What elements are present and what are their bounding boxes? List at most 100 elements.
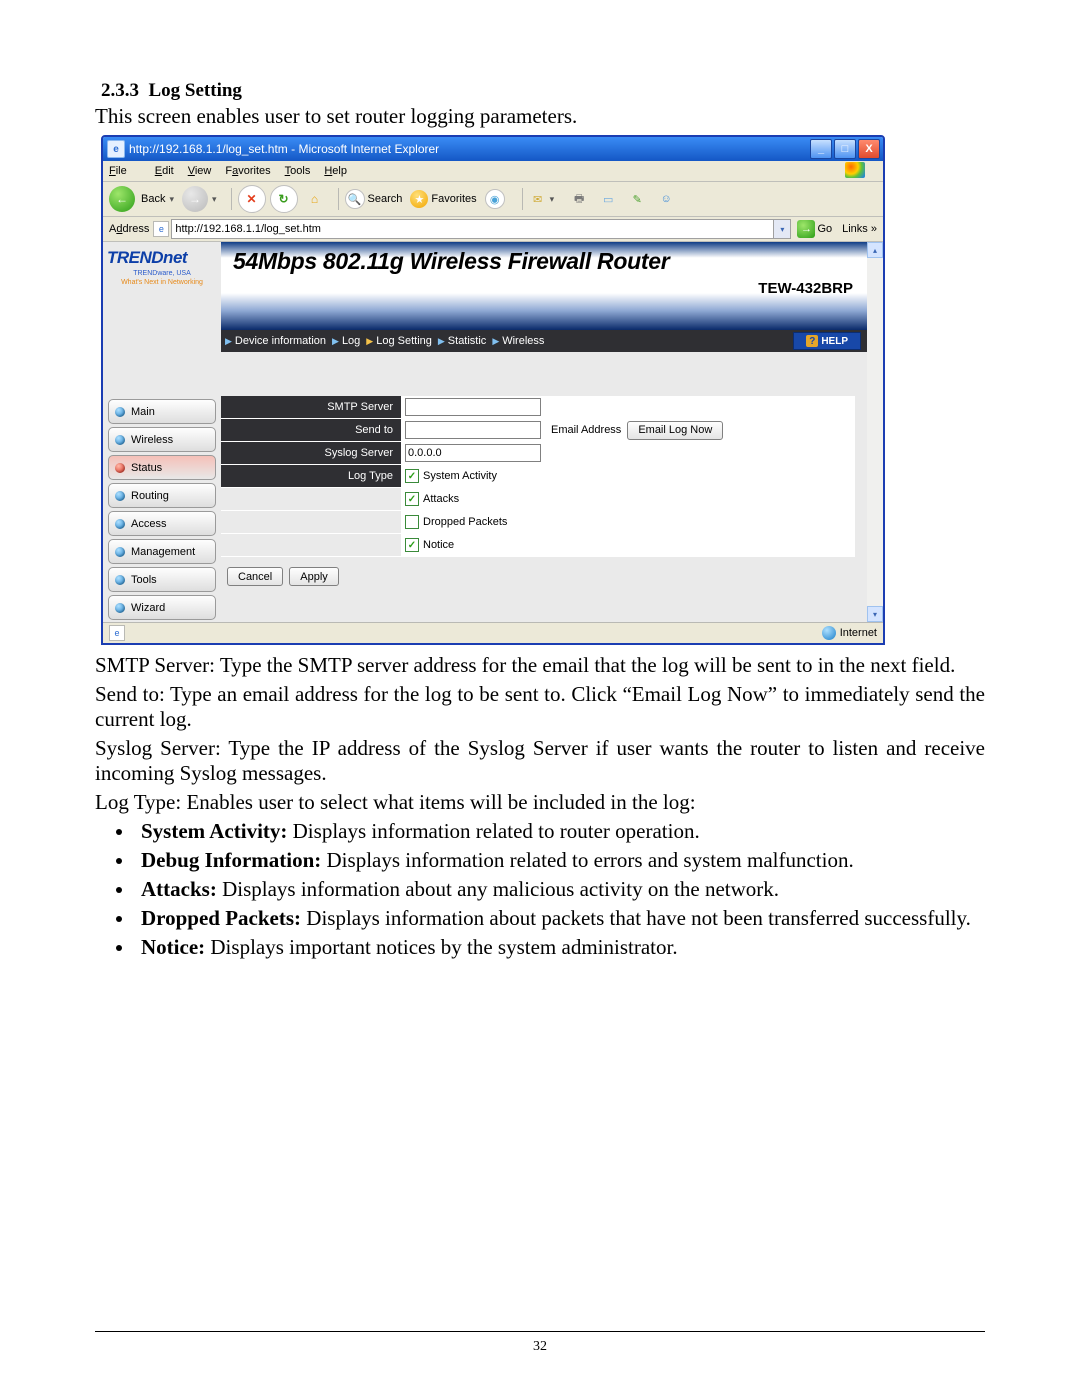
mail-icon: ✉ bbox=[529, 190, 547, 208]
address-label: Address bbox=[109, 223, 149, 235]
sidebar-item-main[interactable]: Main bbox=[108, 399, 216, 424]
log-setting-form: SMTP Server Send to Email Address Email … bbox=[221, 352, 867, 586]
send-to-input[interactable] bbox=[405, 421, 541, 439]
favorites-button[interactable]: ★Favorites bbox=[410, 190, 476, 208]
subnav-statistic[interactable]: Statistic bbox=[448, 335, 487, 347]
router-left-panel: TRENDnet TRENDware, USA What's Next in N… bbox=[103, 242, 221, 622]
subnav-device-info[interactable]: Device information bbox=[235, 335, 326, 347]
ie-menubar: File Edit View Favorites Tools Help bbox=[103, 161, 883, 182]
syslog-server-input[interactable] bbox=[405, 444, 541, 462]
links-label[interactable]: Links » bbox=[842, 223, 877, 235]
sidebar-item-wireless[interactable]: Wireless bbox=[108, 427, 216, 452]
logo-text: TRENDnet bbox=[107, 248, 217, 268]
sidebar-item-wizard[interactable]: Wizard bbox=[108, 595, 216, 620]
subnav-wireless[interactable]: Wireless bbox=[502, 335, 544, 347]
smtp-description: SMTP Server: Type the SMTP server addres… bbox=[95, 653, 985, 678]
sidebar-item-tools[interactable]: Tools bbox=[108, 567, 216, 592]
arrow-icon: ▶ bbox=[332, 336, 339, 347]
subnav-log[interactable]: Log bbox=[342, 335, 360, 347]
router-page: TRENDnet TRENDware, USA What's Next in N… bbox=[103, 242, 883, 622]
search-button[interactable]: 🔍Search bbox=[345, 189, 403, 209]
banner-model: TEW-432BRP bbox=[758, 280, 853, 297]
print-button[interactable]: 🖶 bbox=[570, 190, 591, 208]
ie-window: e http://192.168.1.1/log_set.htm - Micro… bbox=[101, 135, 885, 645]
dropped-packets-checkbox[interactable]: ✓ bbox=[405, 515, 419, 529]
logo-subtitle: TRENDware, USA bbox=[107, 270, 217, 277]
back-label[interactable]: Back bbox=[141, 193, 165, 205]
back-dropdown-icon[interactable]: ▾ bbox=[169, 194, 174, 205]
arrow-icon: ▶ bbox=[366, 336, 373, 347]
zone-label: Internet bbox=[840, 627, 877, 639]
blank-label bbox=[221, 511, 401, 533]
dot-icon bbox=[115, 547, 125, 557]
menu-help[interactable]: Help bbox=[324, 165, 347, 177]
media-button[interactable]: ◉ bbox=[485, 189, 508, 209]
footer-rule bbox=[95, 1331, 985, 1332]
messenger-button[interactable]: ☺ bbox=[657, 190, 678, 208]
dot-icon bbox=[115, 575, 125, 585]
menu-view[interactable]: View bbox=[188, 165, 212, 177]
page-number: 32 bbox=[0, 1339, 1080, 1355]
logtype-intro: Log Type: Enables user to select what it… bbox=[95, 790, 985, 815]
scroll-up-icon[interactable]: ▴ bbox=[867, 242, 883, 258]
address-dropdown-icon[interactable]: ▾ bbox=[774, 219, 791, 239]
sidebar-item-management[interactable]: Management bbox=[108, 539, 216, 564]
sidebar-item-routing[interactable]: Routing bbox=[108, 483, 216, 508]
attacks-checkbox[interactable]: ✓ bbox=[405, 492, 419, 506]
bullet-debug-info: Debug Information: Displays information … bbox=[135, 848, 985, 873]
smtp-server-input[interactable] bbox=[405, 398, 541, 416]
trendnet-logo: TRENDnet TRENDware, USA What's Next in N… bbox=[103, 242, 221, 330]
arrow-icon: ▶ bbox=[492, 336, 499, 347]
help-button[interactable]: HELP bbox=[793, 332, 861, 350]
notice-label: Notice bbox=[423, 539, 454, 551]
dot-icon bbox=[115, 435, 125, 445]
system-activity-checkbox[interactable]: ✓ bbox=[405, 469, 419, 483]
star-icon: ★ bbox=[410, 190, 428, 208]
sidebar-item-status[interactable]: Status bbox=[108, 455, 216, 480]
edit-button[interactable]: ▭ bbox=[599, 190, 620, 208]
bullet-dropped-packets: Dropped Packets: Displays information ab… bbox=[135, 906, 985, 931]
toolbar-separator bbox=[231, 188, 232, 210]
logo-tagline: What's Next in Networking bbox=[107, 279, 217, 286]
apply-button[interactable]: Apply bbox=[289, 567, 339, 586]
discuss-button[interactable]: ✎ bbox=[628, 190, 649, 208]
sidebar-item-access[interactable]: Access bbox=[108, 511, 216, 536]
address-input[interactable] bbox=[171, 219, 774, 239]
forward-button[interactable]: → bbox=[182, 186, 208, 212]
dot-icon bbox=[115, 407, 125, 417]
close-button[interactable]: X bbox=[858, 139, 880, 159]
edit-icon: ▭ bbox=[599, 190, 617, 208]
refresh-button[interactable]: ↻ bbox=[270, 185, 298, 213]
go-button[interactable]: →Go bbox=[797, 220, 832, 238]
maximize-button[interactable]: □ bbox=[834, 139, 856, 159]
notice-checkbox[interactable]: ✓ bbox=[405, 538, 419, 552]
forward-dropdown-icon[interactable]: ▾ bbox=[212, 194, 217, 205]
discuss-icon: ✎ bbox=[628, 190, 646, 208]
ie-page-icon: e bbox=[153, 221, 169, 237]
log-type-label: Log Type bbox=[221, 465, 401, 487]
stop-button[interactable]: ✕ bbox=[238, 185, 266, 213]
attacks-label: Attacks bbox=[423, 493, 459, 505]
mail-button[interactable]: ✉▾ bbox=[529, 190, 563, 208]
menu-edit[interactable]: Edit bbox=[155, 165, 174, 177]
section-number: 2.3.3 bbox=[101, 80, 139, 101]
subnav-log-setting[interactable]: Log Setting bbox=[376, 335, 432, 347]
form-buttons: Cancel Apply bbox=[221, 557, 855, 586]
cancel-button[interactable]: Cancel bbox=[227, 567, 283, 586]
blank-label bbox=[221, 488, 401, 510]
menu-tools[interactable]: Tools bbox=[285, 165, 311, 177]
dot-icon bbox=[115, 603, 125, 613]
email-log-now-button[interactable]: Email Log Now bbox=[627, 421, 723, 440]
go-icon: → bbox=[797, 220, 815, 238]
menu-favorites[interactable]: Favorites bbox=[225, 165, 270, 177]
scrollbar[interactable]: ▴ ▾ bbox=[867, 242, 883, 622]
section-heading: 2.3.3 Log Setting bbox=[101, 80, 985, 102]
menu-file[interactable]: File bbox=[109, 165, 141, 177]
dot-icon bbox=[115, 463, 125, 473]
scroll-down-icon[interactable]: ▾ bbox=[867, 606, 883, 622]
home-button[interactable]: ⌂ bbox=[302, 186, 328, 212]
toolbar-separator bbox=[338, 188, 339, 210]
dot-icon bbox=[115, 519, 125, 529]
minimize-button[interactable]: _ bbox=[810, 139, 832, 159]
back-button[interactable]: ← bbox=[109, 186, 135, 212]
